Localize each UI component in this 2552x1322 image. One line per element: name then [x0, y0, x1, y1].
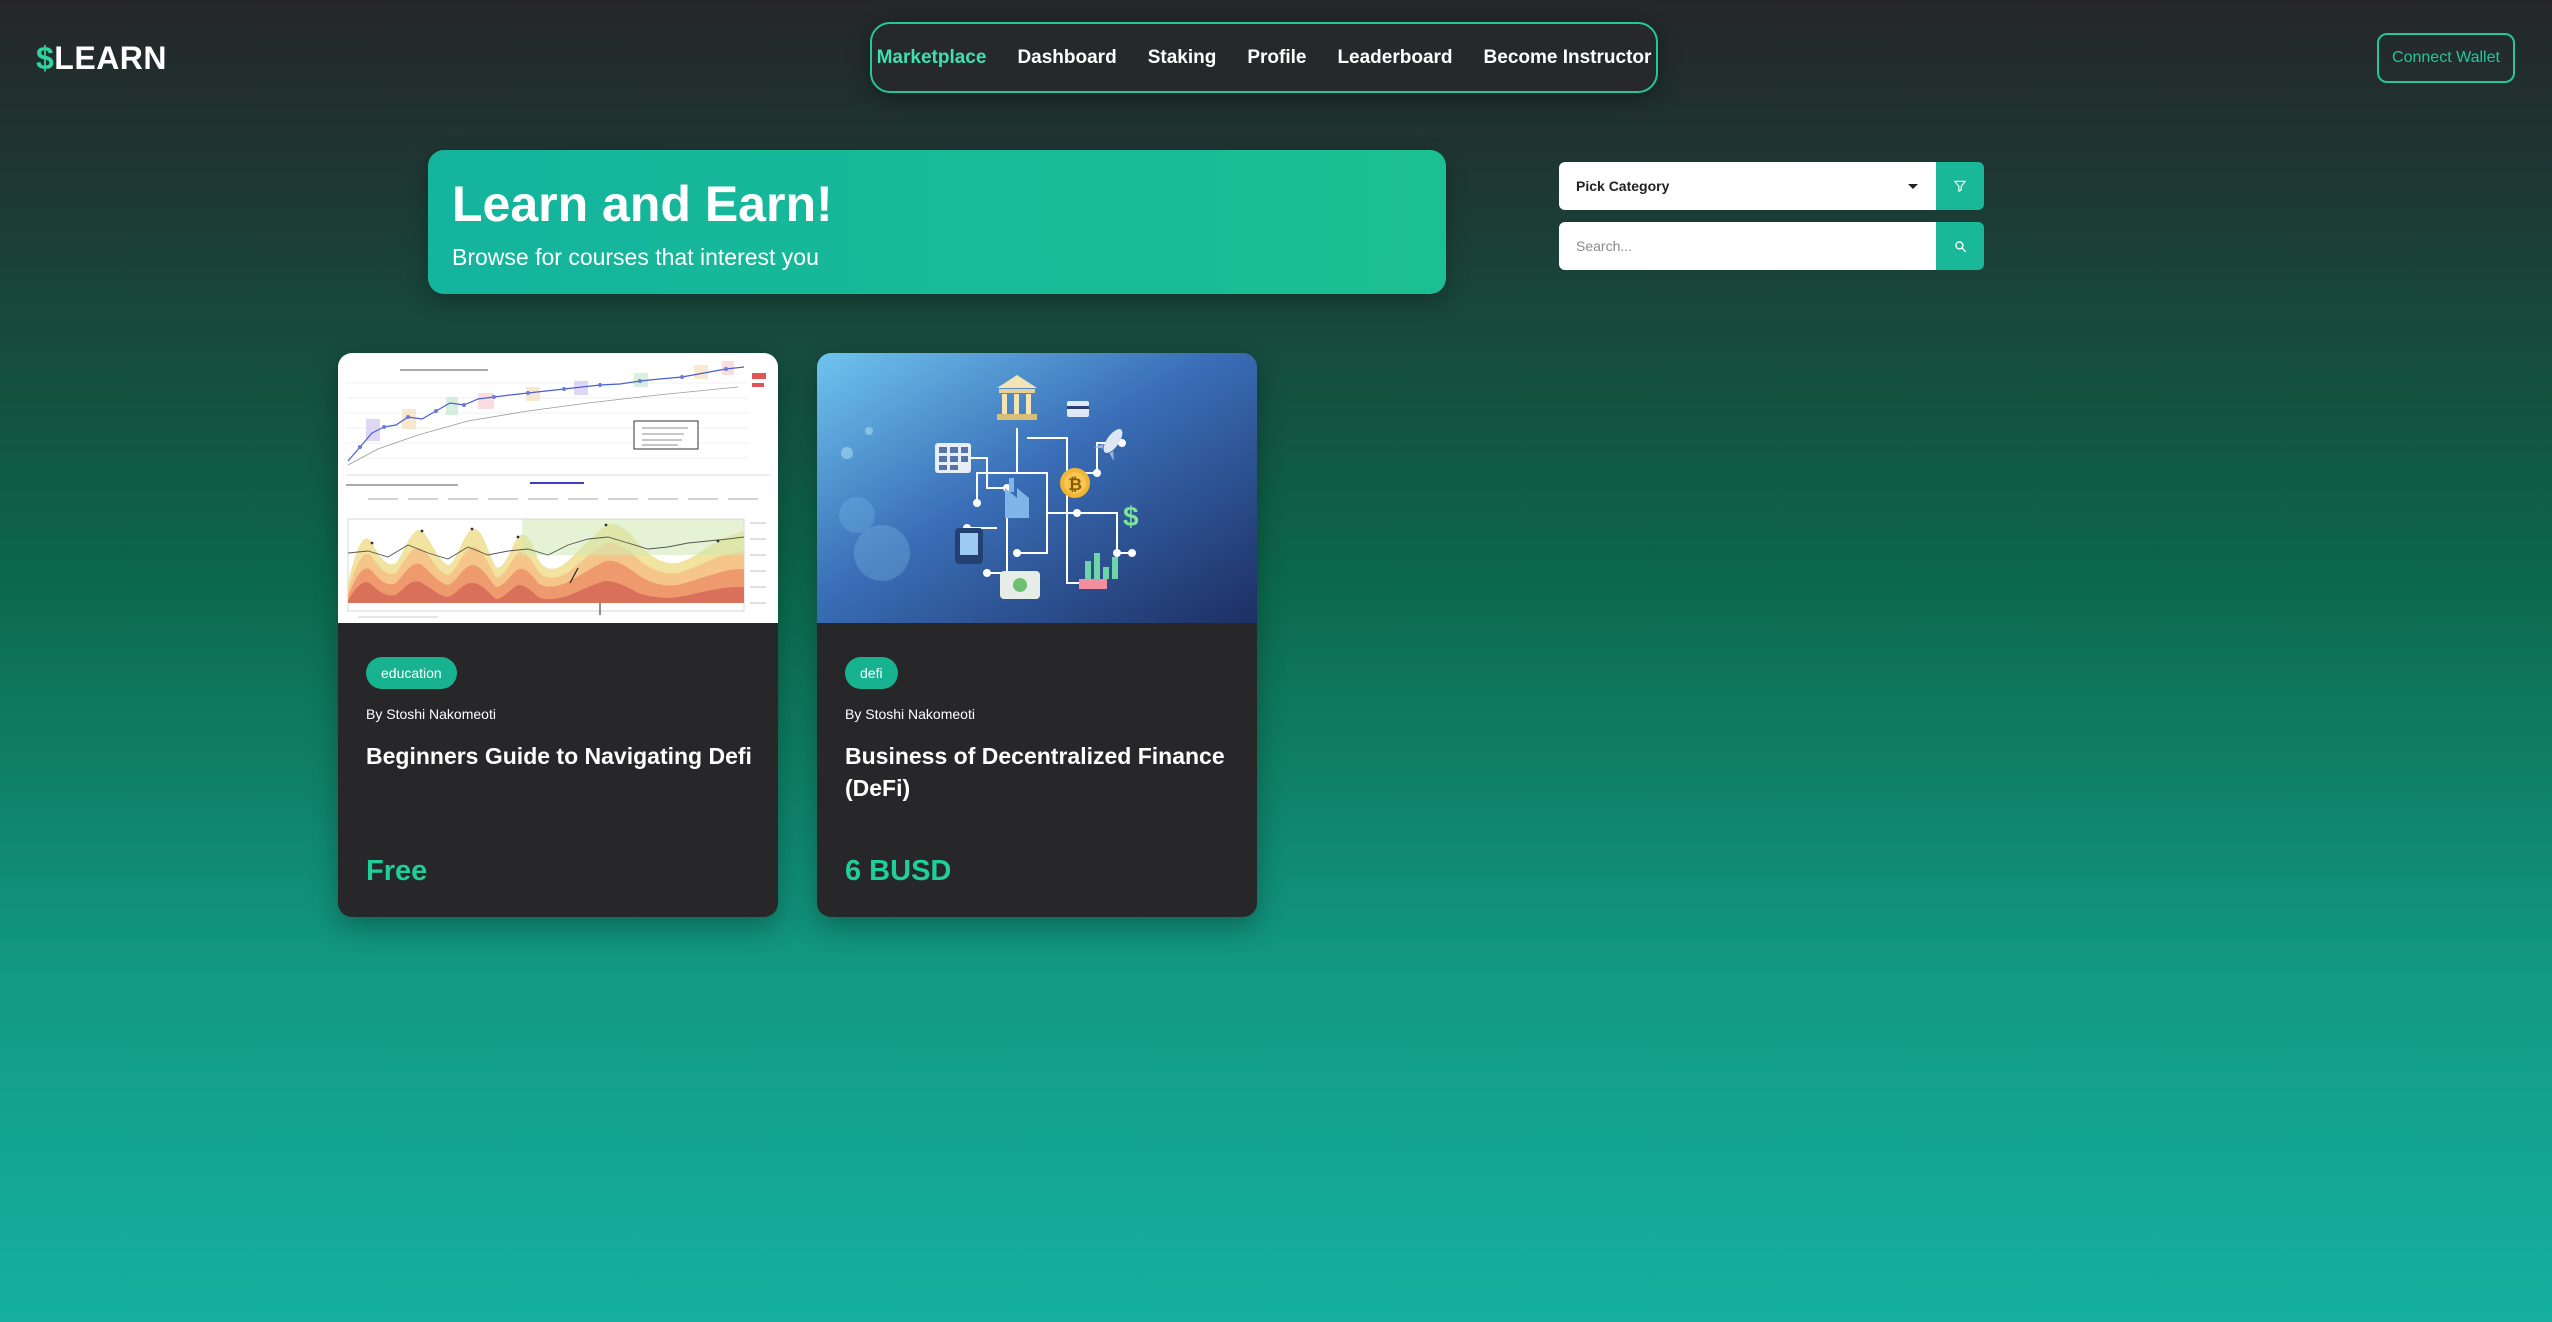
search-bar: [1559, 222, 1984, 270]
course-card[interactable]: education By Stoshi Nakomeoti Beginners …: [338, 353, 778, 917]
course-author: By Stoshi Nakomeoti: [845, 706, 975, 722]
nav-dashboard[interactable]: Dashboard: [1017, 47, 1116, 69]
svg-text:₿: ₿: [1068, 475, 1082, 494]
course-thumbnail-image: ₿ $: [817, 353, 1257, 623]
main-nav: Marketplace Dashboard Staking Profile Le…: [870, 22, 1658, 93]
filter-icon: [1954, 180, 1966, 192]
search-button[interactable]: [1936, 222, 1984, 270]
course-card[interactable]: ₿ $ defi By Stoshi Nakomeoti Business of…: [817, 353, 1257, 917]
course-price: Free: [366, 855, 428, 887]
connect-wallet-button[interactable]: Connect Wallet: [2377, 33, 2515, 83]
nav-leaderboard[interactable]: Leaderboard: [1337, 47, 1452, 69]
category-select-value: Pick Category: [1576, 178, 1670, 194]
course-price: 6 BUSD: [845, 855, 952, 887]
brand-name: LEARN: [54, 40, 168, 76]
hero-subtitle: Browse for courses that interest you: [452, 244, 819, 270]
hero-title: Learn and Earn!: [452, 176, 833, 232]
search-input[interactable]: [1559, 222, 1936, 270]
course-title[interactable]: Business of Decentralized Finance (DeFi): [845, 740, 1235, 804]
caret-down-icon: [1908, 183, 1918, 189]
nav-marketplace[interactable]: Marketplace: [877, 47, 987, 69]
hero-banner: Learn and Earn! Browse for courses that …: [428, 150, 1446, 294]
category-select[interactable]: Pick Category: [1559, 162, 1936, 210]
course-title[interactable]: Beginners Guide to Navigating Defi: [366, 740, 756, 772]
category-filter: Pick Category: [1559, 162, 1984, 210]
category-tag[interactable]: defi: [845, 657, 898, 689]
nav-profile[interactable]: Profile: [1247, 47, 1306, 69]
course-thumbnail-image: [338, 353, 778, 623]
nav-staking[interactable]: Staking: [1148, 47, 1217, 69]
brand-symbol: $: [36, 40, 55, 76]
svg-text:$: $: [1123, 501, 1139, 532]
search-icon: [1954, 240, 1966, 252]
nav-become-instructor[interactable]: Become Instructor: [1484, 47, 1652, 69]
category-tag[interactable]: education: [366, 657, 457, 689]
course-author: By Stoshi Nakomeoti: [366, 706, 496, 722]
filter-button[interactable]: [1936, 162, 1984, 210]
brand-logo[interactable]: $LEARN: [36, 38, 167, 78]
